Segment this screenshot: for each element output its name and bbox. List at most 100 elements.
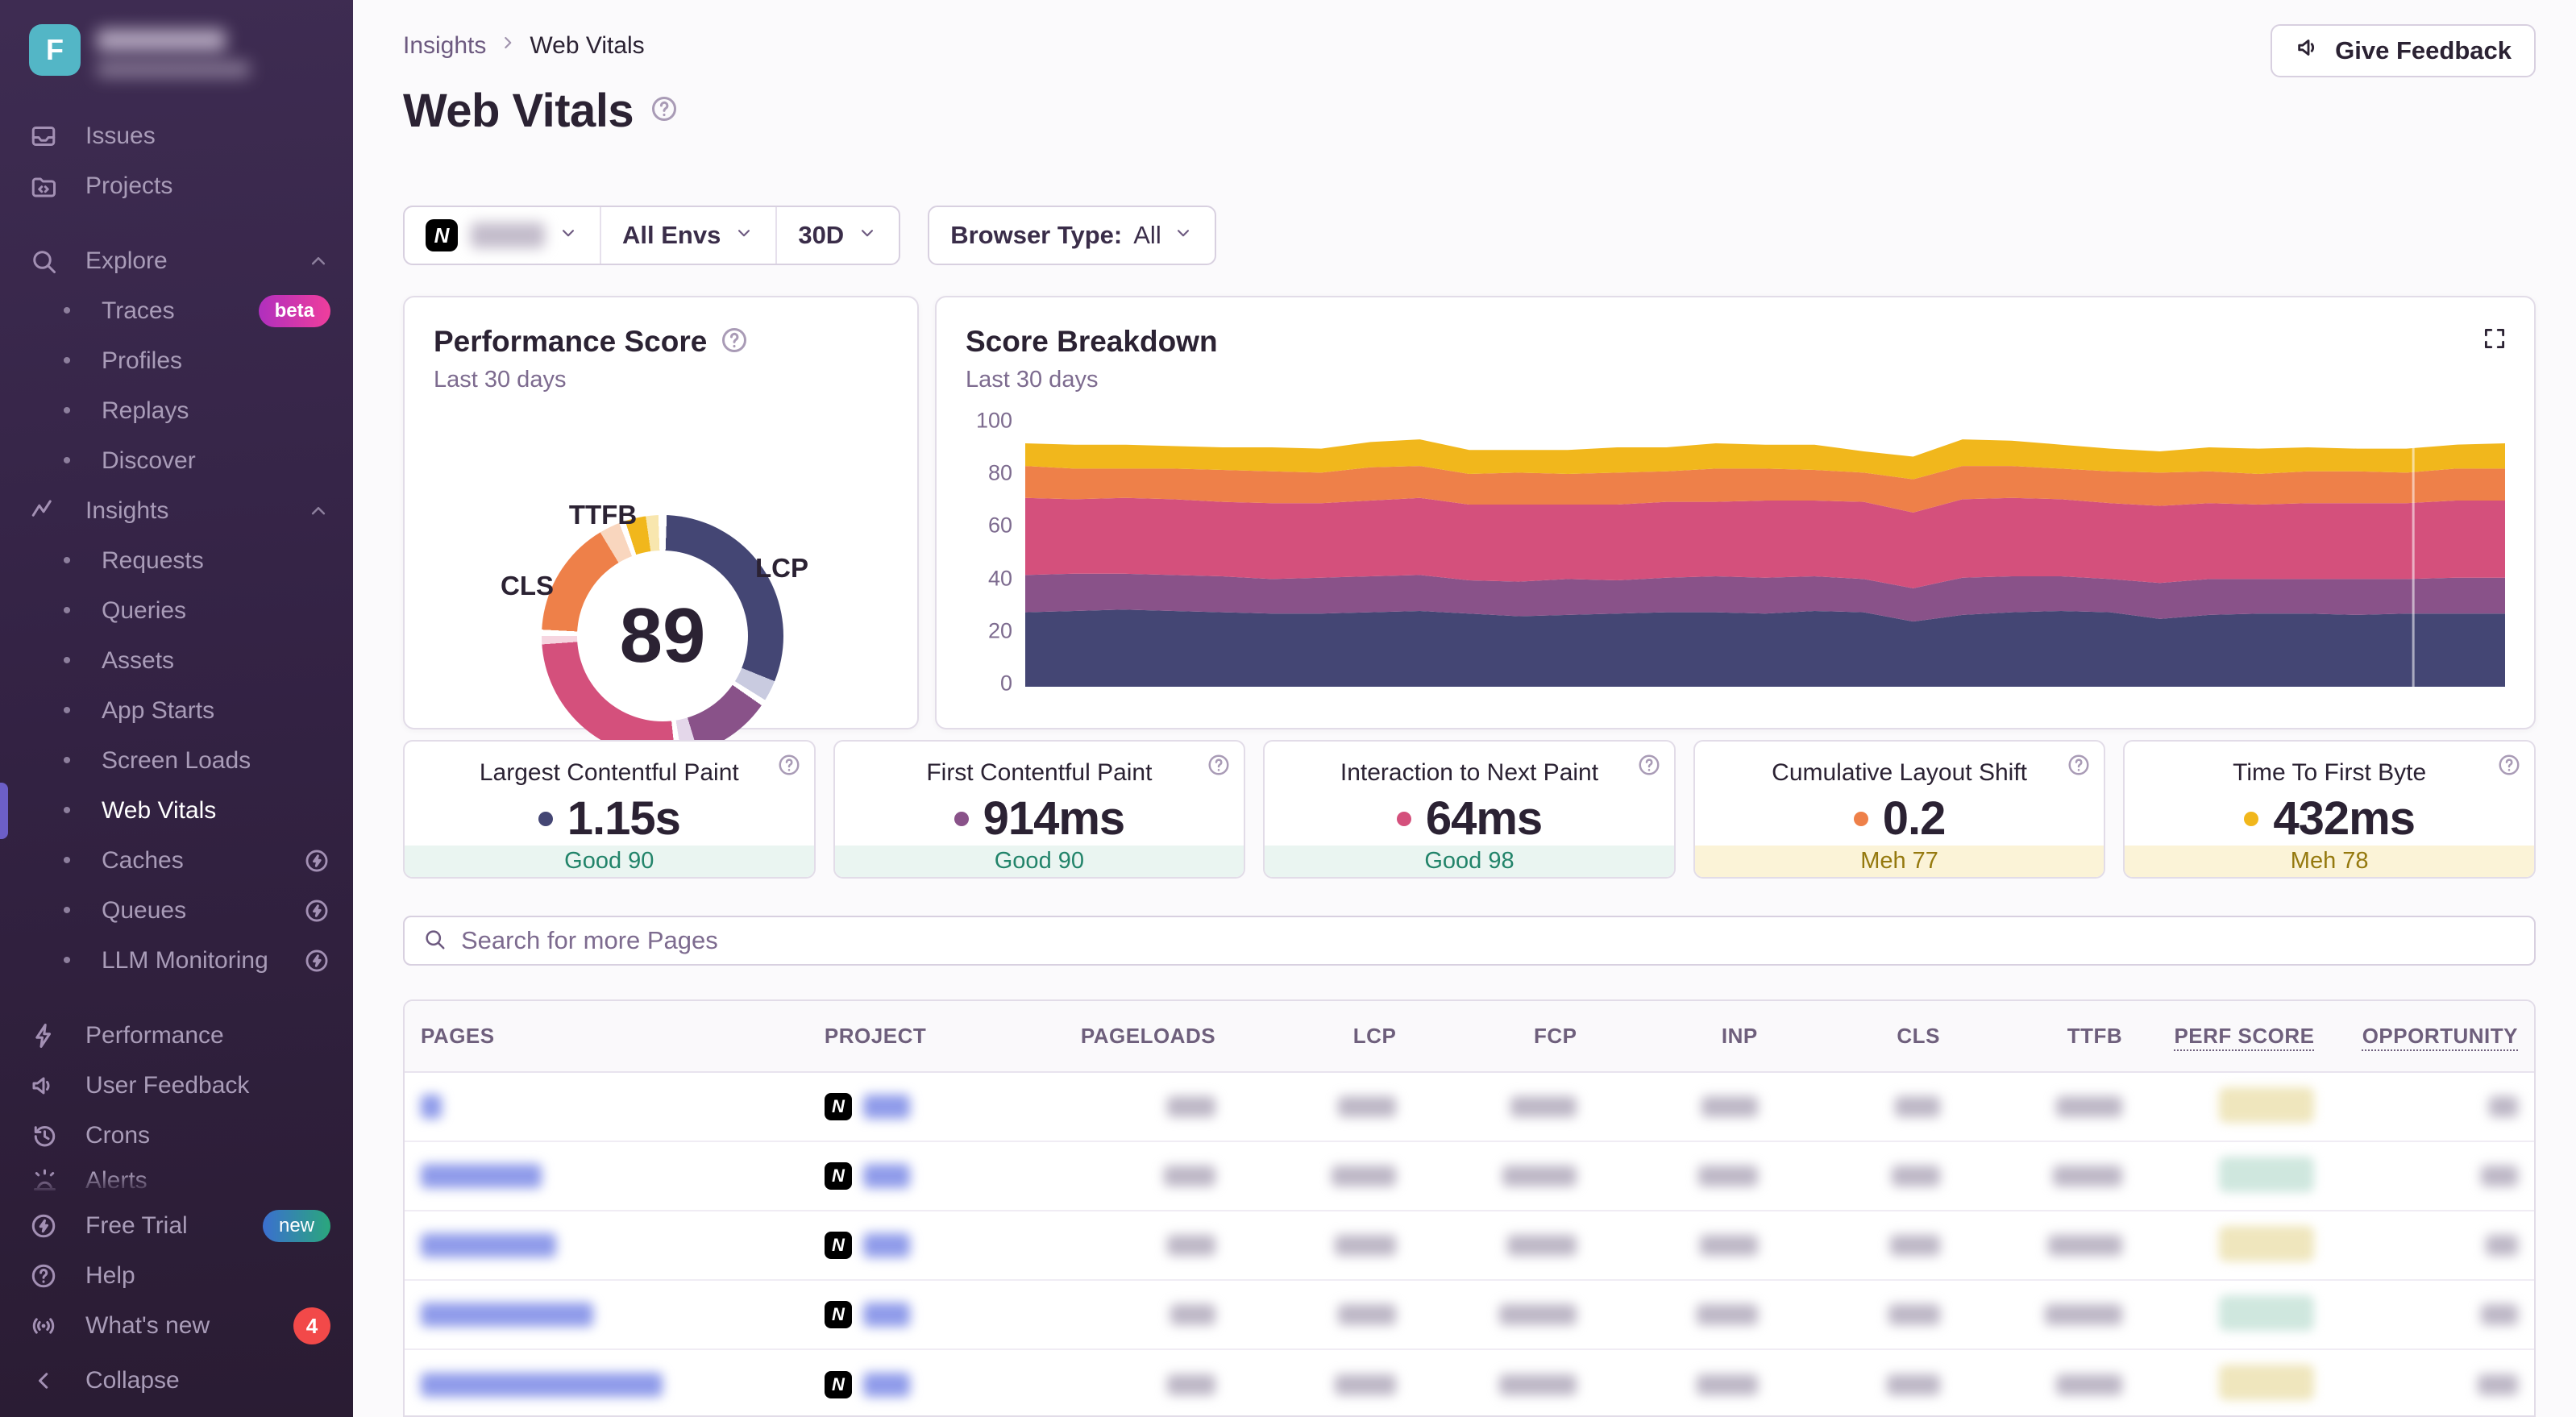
- expand-icon[interactable]: [2481, 325, 2508, 356]
- score-ring-chart[interactable]: 89: [542, 515, 783, 757]
- sidebar-item-performance[interactable]: Performance: [0, 1011, 353, 1061]
- project-name-redacted: [471, 222, 545, 248]
- table-row[interactable]: N: [405, 1279, 2534, 1349]
- project-link-redacted[interactable]: [862, 1095, 910, 1119]
- metric-value-redacted: [2048, 1235, 2123, 1256]
- sidebar-item-projects[interactable]: Projects: [0, 161, 353, 211]
- megaphone-icon: [2295, 34, 2322, 68]
- org-subtitle-redacted: [97, 61, 250, 77]
- sidebar-item-crons[interactable]: Crons: [0, 1111, 353, 1161]
- vital-card-largest-contentful-paint[interactable]: Largest Contentful Paint 1.15s Good 90: [403, 740, 816, 879]
- active-item-indicator: [0, 783, 8, 839]
- table-row[interactable]: N: [405, 1072, 2534, 1141]
- page-link-redacted[interactable]: [421, 1095, 442, 1119]
- sidebar-item-explore[interactable]: Explore: [0, 236, 353, 286]
- pages-search-input[interactable]: Search for more Pages: [403, 916, 2536, 966]
- help-icon[interactable]: [720, 326, 749, 359]
- give-feedback-button[interactable]: Give Feedback: [2271, 24, 2536, 77]
- sidebar-item-insights[interactable]: Insights: [0, 486, 353, 536]
- nextjs-project-icon: N: [824, 1162, 852, 1190]
- sidebar-item-llm-monitoring[interactable]: • LLM Monitoring: [0, 936, 353, 986]
- date-range-selector[interactable]: 30D: [777, 207, 899, 264]
- vital-card-title: Interaction to Next Paint: [1340, 759, 1599, 786]
- help-icon[interactable]: [2497, 753, 2521, 781]
- org-switcher[interactable]: F: [0, 0, 353, 111]
- perf-score-badge-good: [2219, 1294, 2315, 1331]
- browser-type-selector[interactable]: Browser Type: All: [928, 206, 1216, 265]
- column-header-lcp: LCP: [1232, 1001, 1413, 1073]
- sidebar-item-web-vitals[interactable]: • Web Vitals: [0, 786, 353, 836]
- metric-value-redacted: [1338, 1096, 1397, 1117]
- vital-card-time-to-first-byte[interactable]: Time To First Byte 432ms Meh 78: [2123, 740, 2536, 879]
- project-link-redacted[interactable]: [862, 1303, 910, 1327]
- metric-value-redacted: [2056, 1373, 2123, 1395]
- sidebar-item-issues[interactable]: Issues: [0, 111, 353, 161]
- sidebar-nav: Issues Projects Explore • Traces beta • Profile…: [0, 111, 353, 1351]
- sidebar-item-queues[interactable]: • Queues: [0, 886, 353, 936]
- column-header-opportunity[interactable]: OPPORTUNITY: [2330, 1001, 2534, 1073]
- help-icon[interactable]: [1637, 753, 1661, 781]
- vital-card-first-contentful-paint[interactable]: First Contentful Paint 914ms Good 90: [833, 740, 1246, 879]
- sidebar-item-app-starts[interactable]: • App Starts: [0, 686, 353, 736]
- project-link-redacted[interactable]: [862, 1233, 910, 1257]
- vital-card-cumulative-layout-shift[interactable]: Cumulative Layout Shift 0.2 Meh 77: [1693, 740, 2106, 879]
- sidebar-item-label: Web Vitals: [102, 797, 217, 824]
- sidebar-item-alerts[interactable]: Alerts: [0, 1161, 353, 1201]
- period-label: 30D: [798, 221, 845, 249]
- column-header-perf-score[interactable]: PERF SCORE: [2138, 1001, 2331, 1073]
- bullet-icon: •: [62, 697, 72, 724]
- org-avatar[interactable]: F: [29, 24, 81, 76]
- sidebar-item-screen-loads[interactable]: • Screen Loads: [0, 736, 353, 786]
- metric-value-redacted: [1499, 1304, 1577, 1325]
- sidebar-item-label: Free Trial: [85, 1212, 188, 1239]
- project-link-redacted[interactable]: [862, 1164, 910, 1188]
- sidebar-item-free-trial[interactable]: Free Trial new: [0, 1201, 353, 1251]
- y-axis-tick-20: 20: [987, 618, 1012, 643]
- vital-card-title: Cumulative Layout Shift: [1772, 759, 2027, 786]
- projects-icon: [29, 172, 64, 201]
- help-icon[interactable]: [2067, 753, 2091, 781]
- sidebar-item-discover[interactable]: • Discover: [0, 436, 353, 486]
- y-axis-tick-80: 80: [987, 460, 1012, 485]
- sidebar-item-user-feedback[interactable]: User Feedback: [0, 1061, 353, 1111]
- sidebar-item-help[interactable]: Help: [0, 1251, 353, 1301]
- sidebar-item-what-s-new[interactable]: What's new 4: [0, 1301, 353, 1351]
- environment-selector[interactable]: All Envs: [601, 207, 775, 264]
- bolt-icon: [29, 1021, 64, 1050]
- opportunity-value-redacted: [2489, 1096, 2518, 1117]
- metric-value-redacted: [1886, 1373, 1940, 1395]
- performance-score-title: Performance Score: [434, 325, 708, 358]
- sidebar-item-profiles[interactable]: • Profiles: [0, 336, 353, 386]
- table-row[interactable]: N: [405, 1348, 2534, 1415]
- help-icon[interactable]: [650, 94, 679, 127]
- project-selector[interactable]: N: [405, 207, 600, 264]
- sidebar-item-replays[interactable]: • Replays: [0, 386, 353, 436]
- sidebar-item-traces[interactable]: • Traces beta: [0, 286, 353, 336]
- table-row[interactable]: N: [405, 1141, 2534, 1211]
- page-link-redacted[interactable]: [421, 1372, 663, 1397]
- project-link-redacted[interactable]: [862, 1372, 910, 1397]
- help-icon[interactable]: [1207, 753, 1231, 781]
- metric-value-redacted: [1507, 1235, 1577, 1256]
- metric-value-redacted: [1335, 1235, 1397, 1256]
- bullet-icon: •: [62, 447, 72, 474]
- page-link-redacted[interactable]: [421, 1233, 556, 1257]
- sidebar-item-caches[interactable]: • Caches: [0, 836, 353, 886]
- nextjs-project-icon: N: [824, 1370, 852, 1398]
- sidebar-collapse-button[interactable]: Collapse: [0, 1356, 353, 1406]
- page-link-redacted[interactable]: [421, 1164, 542, 1188]
- y-axis-tick-60: 60: [987, 513, 1012, 538]
- breadcrumb-insights[interactable]: Insights: [403, 32, 486, 60]
- help-icon[interactable]: [777, 753, 801, 781]
- bolt-circle-icon: [303, 897, 330, 925]
- area-series-inp: [1025, 497, 2505, 588]
- page-link-redacted[interactable]: [421, 1303, 593, 1327]
- score-breakdown-chart[interactable]: 0 20 40 60 80 100: [966, 409, 2505, 696]
- vital-card-interaction-to-next-paint[interactable]: Interaction to Next Paint 64ms Good 98: [1263, 740, 1676, 879]
- sidebar-item-assets[interactable]: • Assets: [0, 636, 353, 686]
- bullet-icon: •: [62, 347, 72, 374]
- sidebar-item-queries[interactable]: • Queries: [0, 586, 353, 636]
- metric-color-dot: [1396, 811, 1411, 826]
- sidebar-item-requests[interactable]: • Requests: [0, 536, 353, 586]
- table-row[interactable]: N: [405, 1210, 2534, 1280]
